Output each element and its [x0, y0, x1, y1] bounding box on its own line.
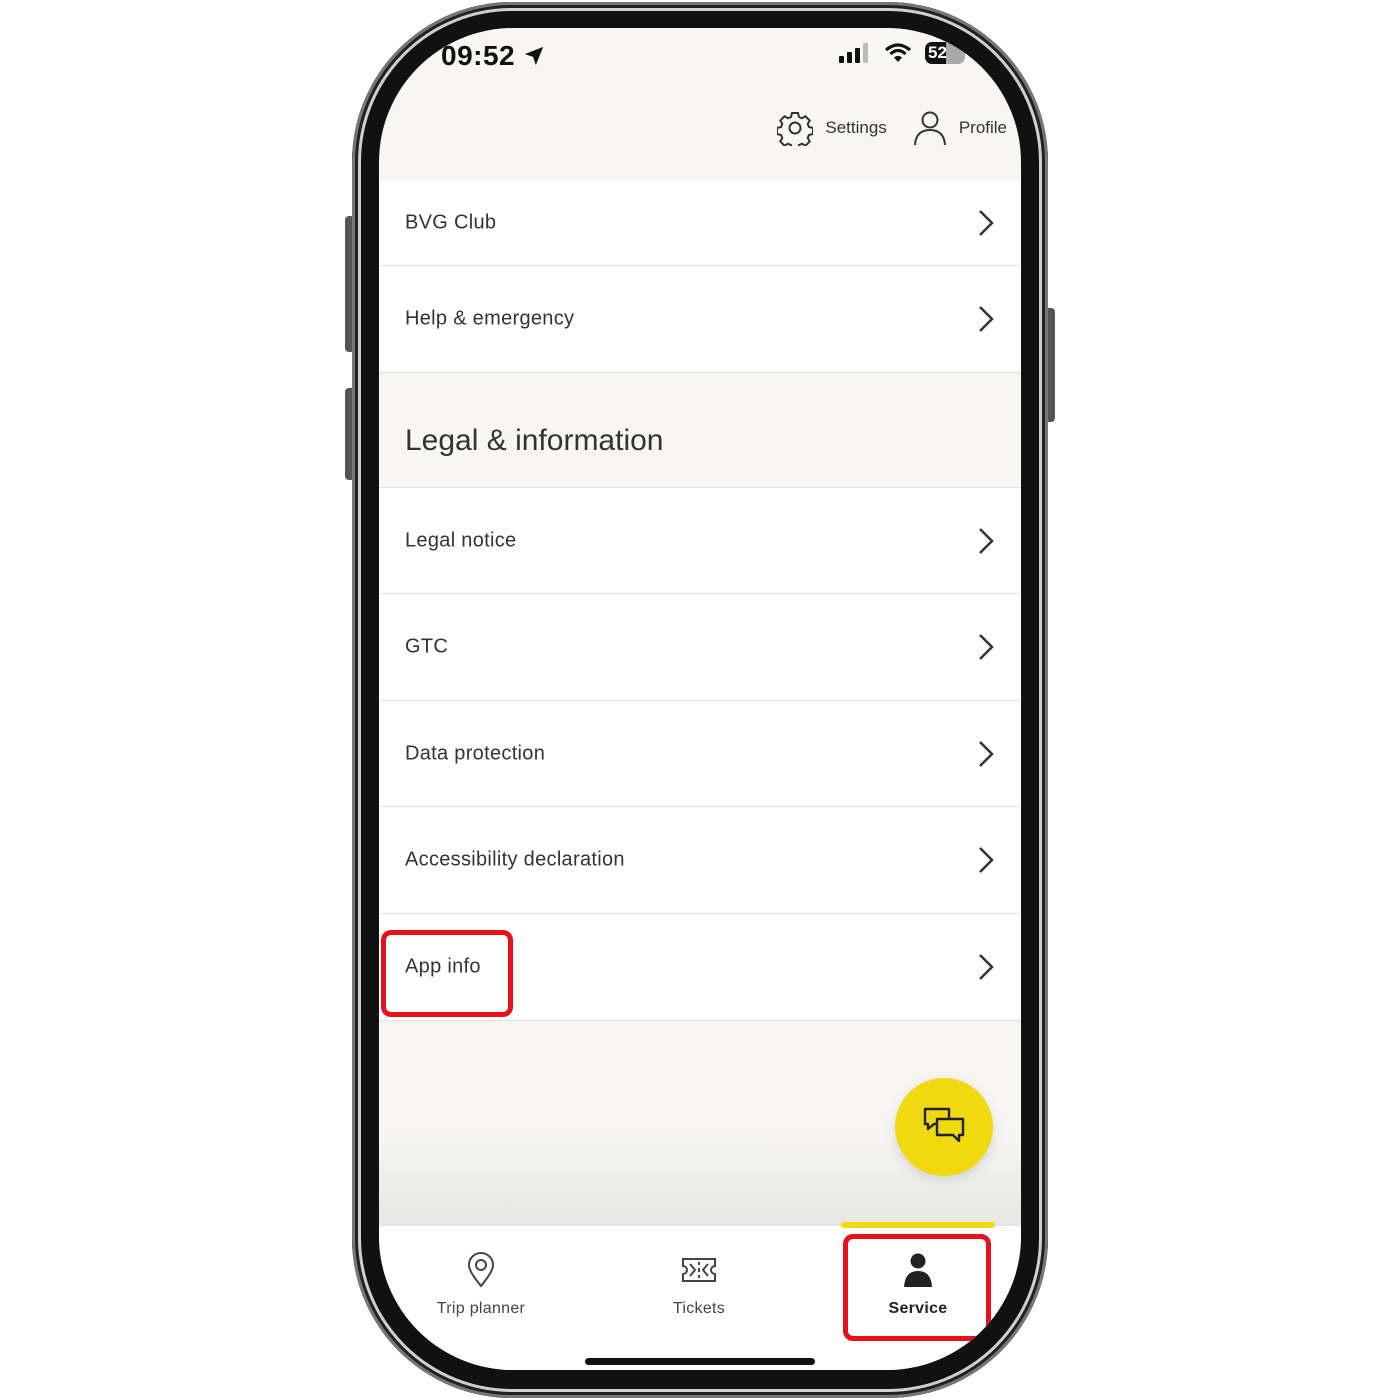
menu-item-accessibility-declaration[interactable]: Accessibility declaration [379, 807, 1021, 914]
user-icon [913, 111, 946, 146]
profile-label: Profile [958, 118, 1007, 137]
gear-icon [777, 112, 814, 146]
home-indicator[interactable] [585, 1358, 815, 1365]
wifi-icon [885, 43, 911, 62]
tab-tickets[interactable]: Tickets [599, 1226, 799, 1336]
location-arrow-icon [525, 46, 544, 66]
chat-bubbles-icon [923, 1107, 965, 1143]
settings-button[interactable]: Settings [777, 110, 887, 146]
header-actions: Settings Profile [777, 110, 1007, 146]
menu-item-bvg-club[interactable]: BVG Club [379, 180, 1021, 266]
menu-item-label: Legal notice [405, 529, 517, 551]
menu-item-legal-notice[interactable]: Legal notice [379, 487, 1021, 594]
chevron-right-icon [979, 740, 994, 767]
chevron-right-icon [979, 209, 994, 236]
chevron-right-icon [979, 847, 994, 873]
menu-item-label: Accessibility declaration [405, 848, 625, 871]
chat-button[interactable] [895, 1078, 993, 1176]
signal-icon [839, 43, 868, 63]
menu-item-label: BVG Club [405, 211, 497, 233]
chevron-right-icon [979, 527, 994, 554]
tab-label: Trip planner [436, 1300, 526, 1317]
menu-item-data-protection[interactable]: Data protection [379, 701, 1021, 807]
tab-trip-planner[interactable]: Trip planner [381, 1226, 581, 1336]
app-info-highlight [381, 930, 513, 1017]
chevron-right-icon [979, 954, 994, 980]
chevron-right-icon [979, 634, 994, 660]
service-tab-highlight [843, 1234, 991, 1341]
status-time: 09:52 [441, 40, 545, 72]
settings-label: Settings [825, 118, 887, 137]
menu-item-label: Data protection [405, 742, 546, 764]
app-screen: 09:52 52 Settings Profile BVG Club Help … [379, 28, 1021, 1370]
profile-button[interactable]: Profile [913, 110, 1007, 146]
menu-item-label: GTC [405, 635, 449, 658]
tab-label: Tickets [672, 1300, 726, 1317]
map-pin-icon [467, 1252, 495, 1288]
menu-item-label: Help & emergency [405, 307, 575, 330]
chevron-right-icon [979, 306, 994, 332]
battery-icon: 52 [925, 42, 965, 64]
ticket-icon [682, 1258, 716, 1282]
section-title-legal: Legal & information [405, 424, 664, 457]
menu-item-gtc[interactable]: GTC [379, 594, 1021, 701]
menu-item-help-emergency[interactable]: Help & emergency [379, 266, 1021, 373]
status-icons: 52 [839, 42, 965, 64]
